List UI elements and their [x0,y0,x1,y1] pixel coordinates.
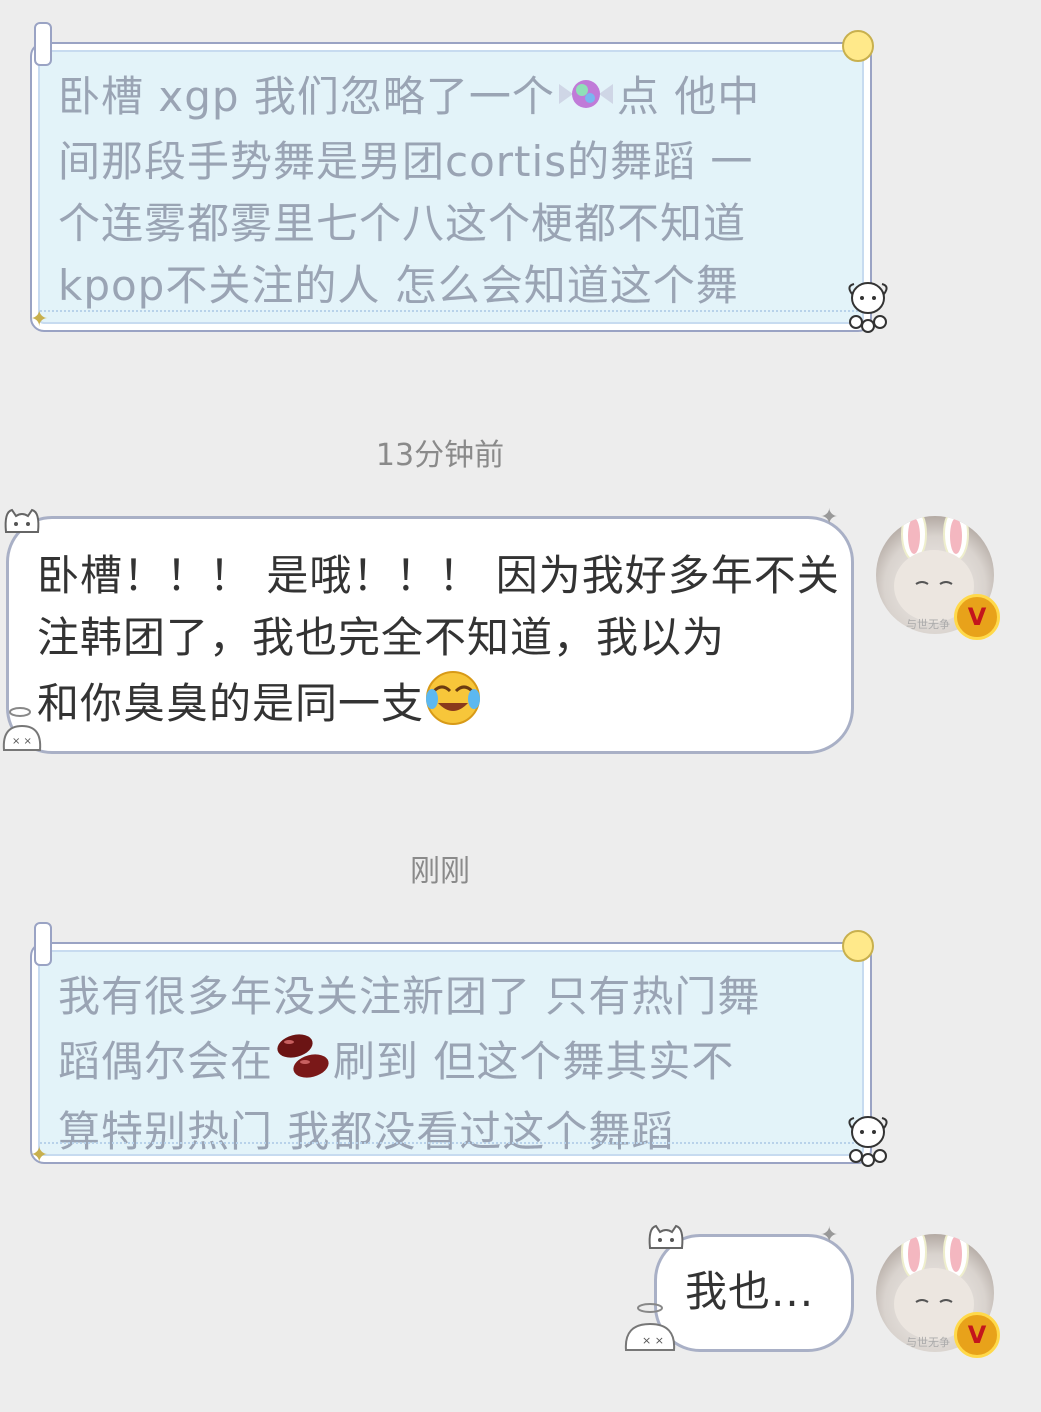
avatar-caption: 与世无争 [906,617,950,631]
msg1-line1a: 卧槽 xgp 我们忽略了一个 [58,72,555,121]
avatar-caption: 与世无争 [906,1335,950,1349]
laughing-crying-emoji-icon [424,669,482,744]
star-decoration-icon: ✦ [30,307,49,332]
puppy-sticker-icon [848,1116,888,1167]
msg2-line1: 卧槽！！！ 是哦！！！ 因为我好多年不关 [37,551,840,600]
message-3-text: 我有很多年没关注新团了 只有热门舞 蹈偶尔会在 刷到 但这个舞其实不 算特别热门 … [58,966,850,1163]
message-4-text: 我也... [685,1267,815,1316]
message-bubble-3[interactable]: 我有很多年没关注新团了 只有热门舞 蹈偶尔会在 刷到 但这个舞其实不 算特别热门 … [30,942,872,1164]
lemon-decoration-icon [842,930,874,962]
msg1-line1b: 点 他中 [616,72,761,121]
lemon-decoration-icon [842,30,874,62]
straw-decoration-icon [34,922,52,966]
vip-badge: V [954,1312,1000,1358]
msg1-line2: 间那段手势舞是男团cortis的舞蹈 一 [58,136,754,186]
puppy-sticker-icon [848,282,888,333]
message-bubble-1[interactable]: 卧槽 xgp 我们忽略了一个点 他中 间那段手势舞是男团cortis的舞蹈 一 … [30,42,872,332]
sparkle-icon: ✦ [820,1223,839,1248]
msg3-line2a: 蹈偶尔会在 [58,1037,274,1086]
msg1-line3: 个连雾都雾里七个八这个梗都不知道 [58,198,747,248]
message-1-text: 卧槽 xgp 我们忽略了一个点 他中 间那段手势舞是男团cortis的舞蹈 一 … [58,66,850,317]
straw-decoration-icon [34,22,52,66]
vip-badge: V [954,594,1000,640]
sleeping-cat-sticker-icon: × × [2,707,42,751]
cat-sticker-icon [4,508,40,533]
star-decoration-icon: ✦ [30,1143,49,1168]
svg-text:× ×: × × [642,1334,664,1347]
msg2-line3: 和你臭臭的是同一支 [37,679,425,728]
msg3-line2b: 刷到 但这个舞其实不 [333,1037,735,1086]
msg1-line4: kpop不关注的人 怎么会知道这个舞 [58,260,739,310]
message-2-text: 卧槽！！！ 是哦！！！ 因为我好多年不关 注韩团了，我也完全不知道，我以为 和你… [37,545,840,744]
message-bubble-2[interactable]: 卧槽！！！ 是哦！！！ 因为我好多年不关 注韩团了，我也完全不知道，我以为 和你… [6,516,854,754]
timestamp: 13分钟前 [375,438,505,473]
msg3-line3: 算特别热门 我都没看过这个舞蹈 [58,1107,675,1156]
msg2-line2: 注韩团了，我也完全不知道，我以为 [37,613,726,662]
cat-sticker-icon [648,1224,684,1249]
candy-icon [555,69,617,131]
msg3-line1: 我有很多年没关注新团了 只有热门舞 [58,972,761,1021]
beans-icon [273,1028,333,1101]
svg-text:× ×: × × [12,736,32,747]
sleeping-cat-sticker-icon: × × [624,1303,676,1351]
sparkle-icon: ✦ [820,505,839,530]
timestamp: 刚刚 [410,854,470,889]
